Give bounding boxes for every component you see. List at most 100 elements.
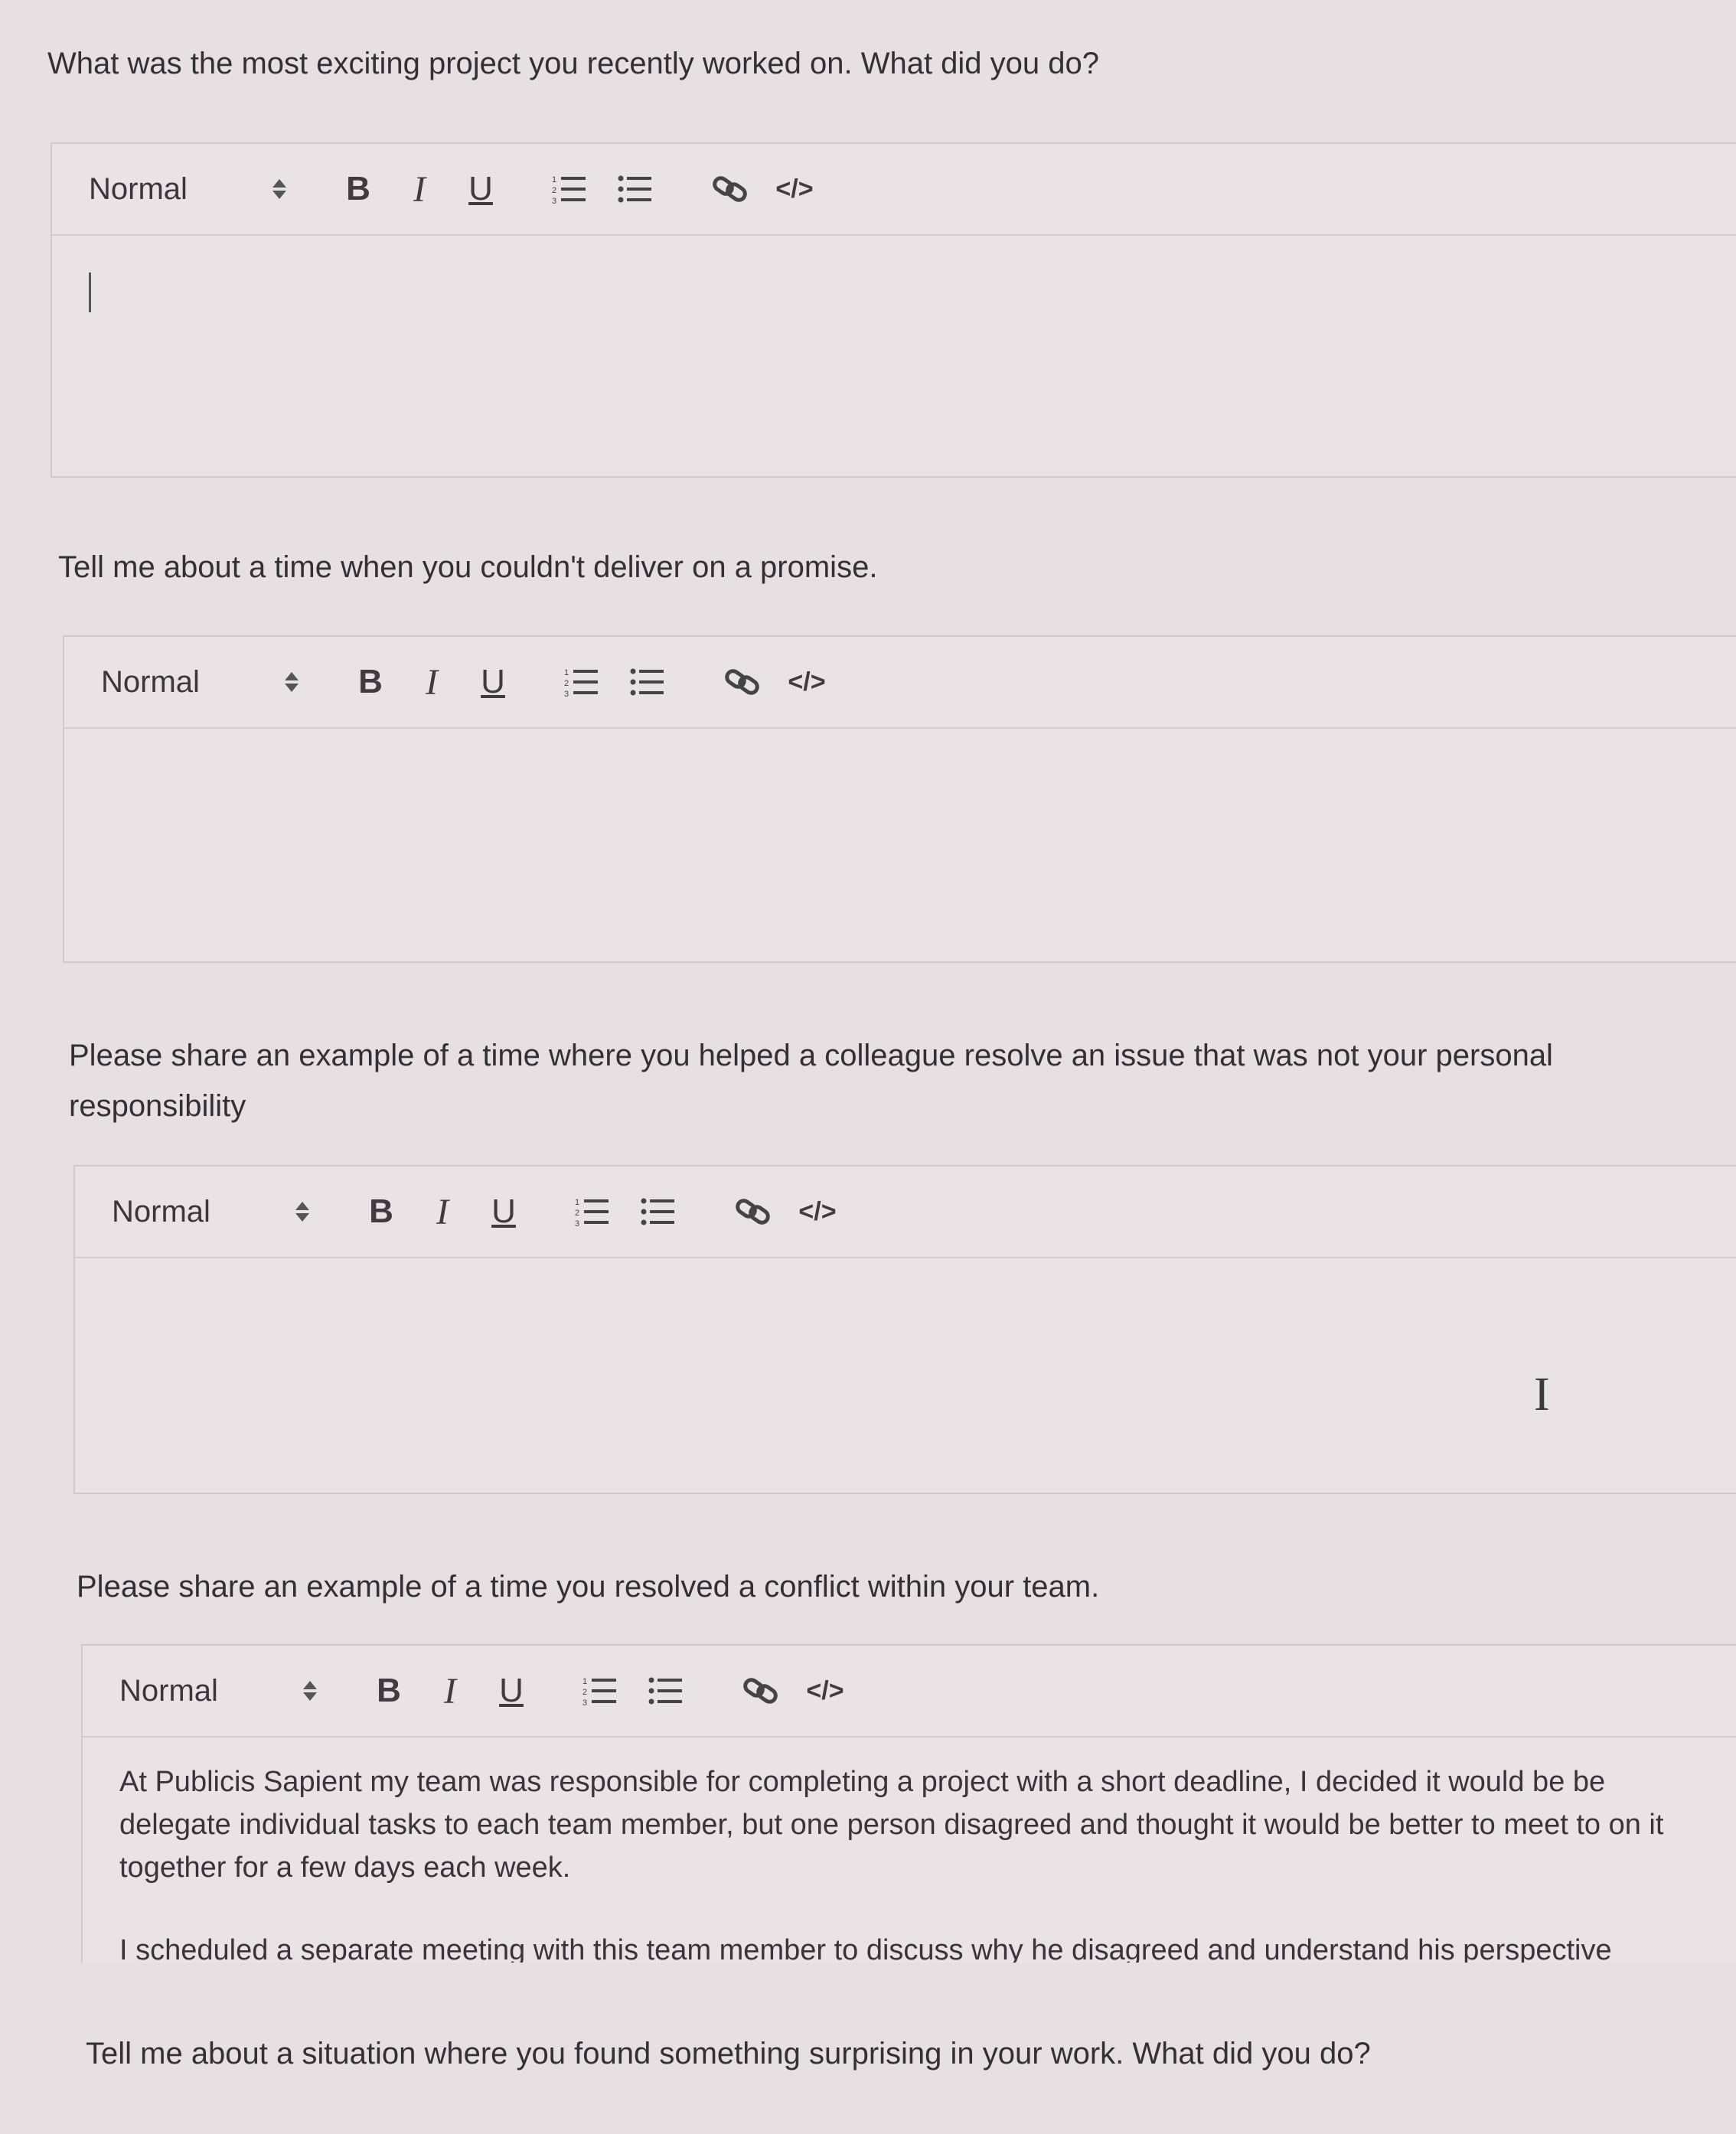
- bullet-list-button[interactable]: [623, 657, 672, 706]
- link-icon: [743, 1678, 778, 1704]
- underline-button[interactable]: U: [487, 1666, 536, 1715]
- ordered-list-button[interactable]: 1 23: [568, 1187, 617, 1236]
- bullet-list-button[interactable]: [641, 1666, 690, 1715]
- answer-paragraph: At Publicis Sapient my team was responsi…: [119, 1766, 1664, 1884]
- ordered-list-button[interactable]: 1 2 3: [545, 165, 594, 214]
- link-button[interactable]: [736, 1666, 785, 1715]
- italic-button[interactable]: I: [418, 1187, 467, 1236]
- underline-icon: U: [481, 663, 505, 700]
- editor-content[interactable]: [64, 729, 1736, 961]
- svg-text:2: 2: [552, 186, 556, 195]
- bold-button[interactable]: B: [357, 1187, 406, 1236]
- editor-toolbar: Normal B I U 1 2 3 </>: [64, 637, 1736, 729]
- underline-button[interactable]: U: [468, 657, 517, 706]
- italic-icon: I: [436, 1191, 449, 1232]
- rich-text-editor[interactable]: Normal B I U 1 2 3 </>: [51, 142, 1736, 478]
- link-button[interactable]: [718, 657, 767, 706]
- bold-icon: B: [358, 663, 383, 700]
- question-label: What was the most exciting project you r…: [47, 47, 1100, 80]
- code-button[interactable]: </>: [782, 657, 831, 706]
- format-select-value: Normal: [101, 664, 200, 699]
- link-button[interactable]: [729, 1187, 778, 1236]
- bullet-list-button[interactable]: [634, 1187, 683, 1236]
- bold-button[interactable]: B: [346, 657, 395, 706]
- rich-text-editor[interactable]: Normal B I U 1 2 3 </>: [63, 635, 1736, 963]
- rich-text-editor[interactable]: Normal B I U 1 23 </> I: [73, 1165, 1736, 1494]
- svg-text:3: 3: [575, 1219, 579, 1228]
- format-select-value: Normal: [112, 1194, 210, 1229]
- svg-text:3: 3: [564, 690, 569, 698]
- select-arrows-icon: [283, 669, 300, 695]
- italic-icon: I: [426, 661, 438, 703]
- svg-text:2: 2: [564, 679, 569, 688]
- rich-text-editor[interactable]: Normal B I U 1 23 </> At Publicis Sapient…: [81, 1644, 1736, 1963]
- editor-toolbar: Normal B I U 1 23 </>: [83, 1646, 1736, 1738]
- ordered-list-button[interactable]: 1 23: [576, 1666, 625, 1715]
- underline-icon: U: [491, 1193, 516, 1230]
- question-label: Please share an example of a time where …: [69, 1039, 1553, 1123]
- svg-text:3: 3: [582, 1698, 587, 1707]
- bold-button[interactable]: B: [334, 165, 383, 214]
- editor-content[interactable]: [52, 236, 1736, 476]
- select-arrows-icon: [302, 1678, 318, 1704]
- ordered-list-icon: 1 2 3: [552, 175, 586, 205]
- format-select[interactable]: Normal: [119, 1674, 318, 1708]
- link-icon: [725, 669, 759, 695]
- editor-content[interactable]: I: [75, 1258, 1736, 1493]
- bullet-list-icon: [618, 175, 651, 203]
- svg-text:1: 1: [564, 668, 569, 677]
- code-icon: </>: [806, 1676, 844, 1705]
- svg-text:3: 3: [552, 197, 556, 205]
- code-icon: </>: [775, 174, 814, 204]
- format-select[interactable]: Normal: [101, 665, 300, 700]
- link-icon: [713, 176, 747, 202]
- italic-button[interactable]: I: [407, 657, 456, 706]
- bold-button[interactable]: B: [364, 1666, 413, 1715]
- format-select[interactable]: Normal: [112, 1195, 311, 1229]
- underline-icon: U: [468, 170, 493, 207]
- svg-text:1: 1: [575, 1198, 579, 1207]
- format-select-value: Normal: [89, 171, 188, 206]
- bullet-list-icon: [630, 668, 664, 696]
- text-caret: [89, 272, 91, 312]
- text-cursor-ibeam-icon: I: [1534, 1369, 1550, 1421]
- bold-icon: B: [377, 1672, 401, 1709]
- italic-button[interactable]: I: [395, 165, 444, 214]
- editor-content[interactable]: At Publicis Sapient my team was responsi…: [83, 1738, 1736, 1963]
- ordered-list-icon: 1 23: [582, 1677, 616, 1707]
- bold-icon: B: [346, 170, 370, 207]
- code-button[interactable]: </>: [801, 1666, 850, 1715]
- italic-icon: I: [444, 1670, 456, 1711]
- bullet-list-icon: [648, 1677, 682, 1705]
- ordered-list-icon: 1 2 3: [564, 668, 598, 698]
- underline-button[interactable]: U: [456, 165, 505, 214]
- code-button[interactable]: </>: [793, 1187, 842, 1236]
- link-icon: [736, 1199, 770, 1225]
- code-button[interactable]: </>: [770, 165, 819, 214]
- select-arrows-icon: [294, 1199, 311, 1225]
- underline-button[interactable]: U: [479, 1187, 528, 1236]
- question-label: Tell me about a time when you couldn't d…: [58, 550, 878, 584]
- svg-text:1: 1: [552, 175, 556, 184]
- bullet-list-icon: [641, 1198, 674, 1225]
- underline-icon: U: [499, 1672, 524, 1709]
- bullet-list-button[interactable]: [611, 165, 660, 214]
- svg-text:2: 2: [575, 1209, 579, 1218]
- bold-icon: B: [369, 1193, 393, 1230]
- format-select[interactable]: Normal: [89, 172, 288, 207]
- italic-button[interactable]: I: [426, 1666, 475, 1715]
- link-button[interactable]: [706, 165, 755, 214]
- code-icon: </>: [788, 667, 826, 697]
- question-label: Please share an example of a time you re…: [77, 1570, 1100, 1604]
- editor-toolbar: Normal B I U 1 23 </>: [75, 1167, 1736, 1258]
- svg-text:1: 1: [582, 1677, 587, 1686]
- format-select-value: Normal: [119, 1673, 218, 1708]
- italic-icon: I: [413, 168, 426, 210]
- select-arrows-icon: [271, 176, 288, 202]
- editor-toolbar: Normal B I U 1 2 3 </>: [52, 144, 1736, 236]
- question-label: Tell me about a situation where you foun…: [86, 2037, 1371, 2070]
- code-icon: </>: [798, 1196, 837, 1226]
- svg-text:2: 2: [582, 1688, 587, 1697]
- ordered-list-button[interactable]: 1 2 3: [557, 657, 606, 706]
- ordered-list-icon: 1 23: [575, 1198, 609, 1228]
